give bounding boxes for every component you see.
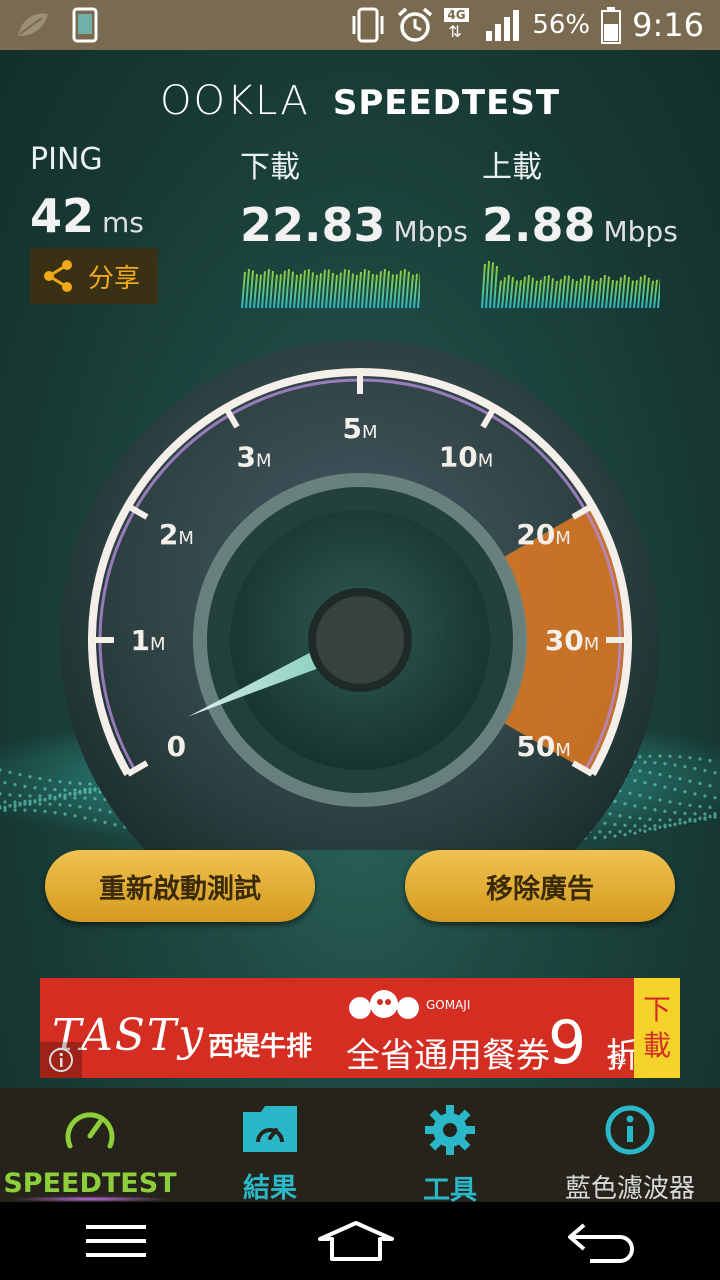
download-metric: 下載 22.83 Mbps <box>240 142 468 252</box>
ad-qi: 起 <box>610 1048 627 1067</box>
battery-percent: 56% <box>532 10 591 40</box>
ad-banner[interactable]: TASTy 西堤牛排 GOMAJI 全省通用餐券 9 折 起 下載 <box>40 978 680 1078</box>
info-icon <box>605 1105 655 1155</box>
vibrate-icon <box>352 7 384 43</box>
upload-unit: Mbps <box>603 215 678 248</box>
download-value: 22.83 <box>240 198 386 252</box>
leaf-icon <box>18 13 48 36</box>
upload-graph <box>481 261 660 308</box>
gear-icon <box>425 1105 475 1155</box>
clock: 9:16 <box>632 6 704 44</box>
ad-brand: GOMAJI <box>426 998 471 1012</box>
tab-results[interactable]: 結果 <box>180 1088 360 1204</box>
menu-icon[interactable] <box>84 1221 148 1261</box>
speed-gauge: 01M2M3M5M10M20M30M50M <box>0 340 720 850</box>
status-bar: 4G ⇅ 56% 9:16 <box>0 0 720 50</box>
ping-value: 42 <box>30 189 95 243</box>
logo-ookla: OOKLA <box>159 78 310 124</box>
network-type-icon: 4G ⇅ <box>444 6 474 44</box>
ad-steak-text: 西堤牛排 <box>208 1032 313 1062</box>
tab-blue-filter[interactable]: 藍色濾波器 <box>540 1088 720 1204</box>
ad-nine: 9 <box>548 1008 587 1078</box>
ping-metric: PING 42 ms <box>30 142 144 243</box>
ad-main-text: 全省通用餐券 <box>346 1036 550 1076</box>
bottom-tab-bar: SPEEDTEST 結果 工具 藍色濾波器 <box>0 1088 720 1206</box>
tab-label-blue-filter: 藍色濾波器 <box>564 1174 695 1204</box>
ad-info-icon[interactable] <box>40 1042 82 1078</box>
upload-value: 2.88 <box>482 198 596 252</box>
upload-metric: 上載 2.88 Mbps <box>482 142 678 252</box>
restart-test-button[interactable]: 重新啟動測試 <box>45 850 315 922</box>
gomaji-mascot-icon <box>349 990 419 1019</box>
share-icon <box>44 260 72 292</box>
back-icon[interactable] <box>564 1219 636 1263</box>
share-label: 分享 <box>88 263 141 294</box>
tab-speedtest[interactable]: SPEEDTEST <box>0 1088 180 1202</box>
system-nav-bar <box>0 1202 720 1280</box>
ping-unit: ms <box>102 206 144 239</box>
ad-download-button[interactable]: 下載 <box>634 978 680 1078</box>
phone-screenshot-icon <box>72 7 98 43</box>
download-label: 下載 <box>240 150 300 185</box>
tab-label-results: 結果 <box>243 1173 297 1204</box>
upload-label: 上載 <box>482 150 542 185</box>
app-logo: OOKLA SPEEDTEST <box>0 78 720 124</box>
logo-speedtest: SPEEDTEST <box>332 83 561 123</box>
tab-tools[interactable]: 工具 <box>360 1088 540 1206</box>
signal-icon <box>486 10 520 41</box>
speedometer-icon <box>65 1112 115 1149</box>
tab-label-speedtest: SPEEDTEST <box>3 1168 177 1199</box>
alarm-icon <box>398 7 433 42</box>
folder-results-icon <box>243 1106 297 1152</box>
download-graph <box>241 268 420 308</box>
share-button[interactable]: 分享 <box>30 248 158 304</box>
home-icon[interactable] <box>316 1219 396 1263</box>
ping-label: PING <box>30 142 103 177</box>
download-unit: Mbps <box>393 215 468 248</box>
battery-icon <box>601 7 622 44</box>
gauge-tick-label: 0 <box>167 730 186 763</box>
remove-ads-button[interactable]: 移除廣告 <box>405 850 675 922</box>
